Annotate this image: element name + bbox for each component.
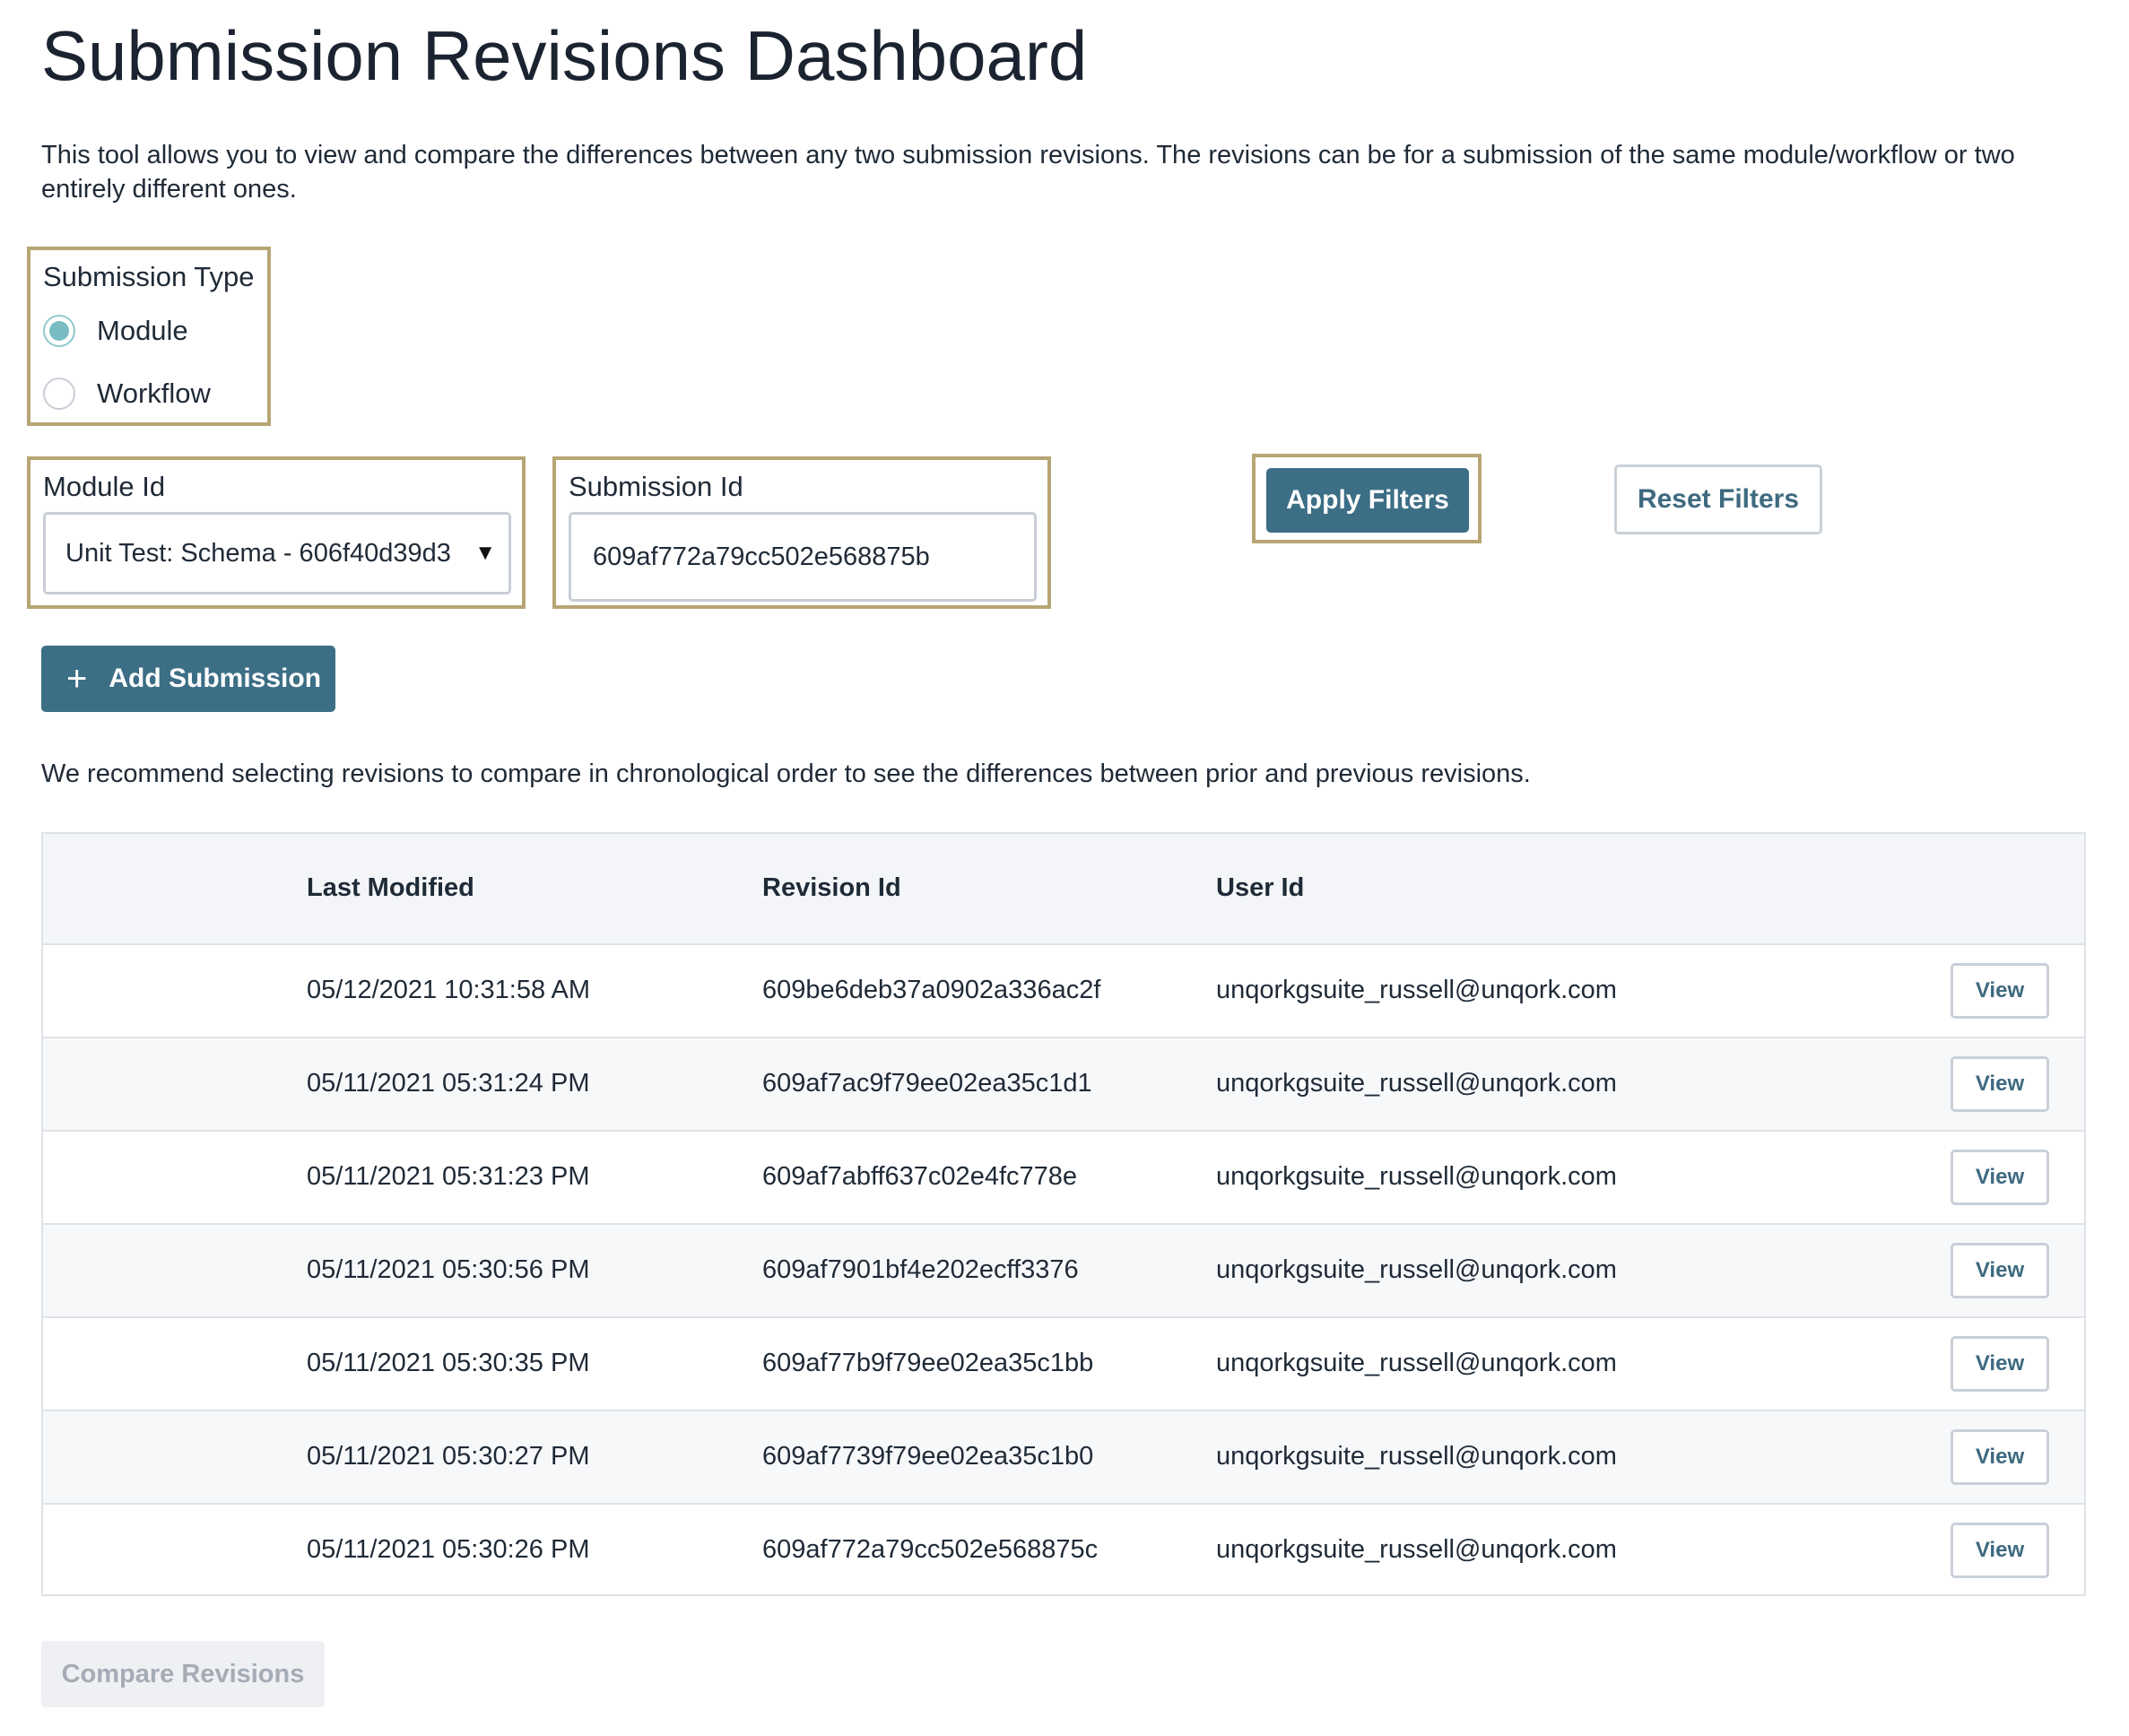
table-row[interactable]: 05/12/2021 10:31:58 AM 609be6deb37a0902a3… — [43, 943, 2084, 1037]
view-button[interactable]: View — [1951, 1056, 2049, 1112]
table-row[interactable]: 05/11/2021 05:30:35 PM 609af77b9f79ee02ea… — [43, 1316, 2084, 1410]
caret-down-icon: ▼ — [474, 541, 496, 565]
cell-last-modified: 05/11/2021 05:30:35 PM — [307, 1349, 590, 1377]
cell-revision-id: 609af7abff637c02e4fc778e — [762, 1162, 1078, 1191]
add-submission-label: Add Submission — [109, 664, 322, 693]
cell-last-modified: 05/11/2021 05:30:26 PM — [307, 1535, 590, 1564]
revisions-table: Last Modified Revision Id User Id 05/12/… — [41, 832, 2086, 1596]
cell-user-id: unqorkgsuite_russell@unqork.com — [1216, 1162, 1617, 1191]
cell-user-id: unqorkgsuite_russell@unqork.com — [1216, 976, 1617, 1004]
header-last-modified[interactable]: Last Modified — [307, 870, 474, 906]
cell-revision-id: 609af772a79cc502e568875c — [762, 1535, 1099, 1564]
cell-revision-id: 609be6deb37a0902a336ac2f — [762, 976, 1101, 1004]
radio-module[interactable]: Module — [43, 313, 188, 349]
intro-text: This tool allows you to view and compare… — [41, 141, 2015, 204]
view-button[interactable]: View — [1951, 1336, 2049, 1392]
cell-user-id: unqorkgsuite_russell@unqork.com — [1216, 1442, 1617, 1471]
compare-revisions-button[interactable]: Compare Revisions — [41, 1641, 325, 1707]
submission-id-input[interactable] — [569, 512, 1037, 602]
header-user-id[interactable]: User Id — [1216, 870, 1304, 906]
view-button[interactable]: View — [1951, 1429, 2049, 1485]
cell-revision-id: 609af7901bf4e202ecff3376 — [762, 1255, 1079, 1284]
header-revision-id[interactable]: Revision Id — [762, 870, 901, 906]
view-button[interactable]: View — [1951, 1150, 2049, 1205]
cell-last-modified: 05/11/2021 05:31:23 PM — [307, 1162, 590, 1191]
table-row[interactable]: 05/11/2021 05:31:24 PM 609af7ac9f79ee02ea… — [43, 1037, 2084, 1130]
cell-last-modified: 05/11/2021 05:30:27 PM — [307, 1442, 590, 1471]
module-id-label: Module Id — [43, 471, 166, 502]
table-row[interactable]: 05/11/2021 05:31:23 PM 609af7abff637c02e4… — [43, 1130, 2084, 1223]
reset-filters-button[interactable]: Reset Filters — [1614, 464, 1822, 534]
view-button[interactable]: View — [1951, 1243, 2049, 1298]
submission-id-group: Submission Id — [552, 456, 1051, 609]
cell-revision-id: 609af7739f79ee02ea35c1b0 — [762, 1442, 1094, 1471]
submission-id-label: Submission Id — [569, 471, 743, 502]
table-row[interactable]: 05/11/2021 05:30:27 PM 609af7739f79ee02ea… — [43, 1410, 2084, 1503]
table-row[interactable]: 05/11/2021 05:30:56 PM 609af7901bf4e202ec… — [43, 1223, 2084, 1316]
cell-revision-id: 609af77b9f79ee02ea35c1bb — [762, 1349, 1094, 1377]
add-submission-button[interactable]: + Add Submission — [41, 646, 335, 712]
radio-workflow-label: Workflow — [97, 378, 211, 409]
cell-last-modified: 05/11/2021 05:30:56 PM — [307, 1255, 590, 1284]
radio-workflow[interactable]: Workflow — [43, 376, 211, 412]
cell-user-id: unqorkgsuite_russell@unqork.com — [1216, 1349, 1617, 1377]
cell-last-modified: 05/12/2021 10:31:58 AM — [307, 976, 591, 1004]
plus-icon: + — [66, 659, 88, 699]
module-id-select[interactable]: Unit Test: Schema - 606f40d39d3 ▼ — [43, 512, 511, 595]
cell-user-id: unqorkgsuite_russell@unqork.com — [1216, 1069, 1617, 1098]
module-id-group: Module Id Unit Test: Schema - 606f40d39d… — [27, 456, 526, 609]
submission-type-group: Submission Type Module Workflow — [27, 247, 271, 426]
cell-user-id: unqorkgsuite_russell@unqork.com — [1216, 1255, 1617, 1284]
table-header: Last Modified Revision Id User Id — [43, 834, 2084, 943]
view-button[interactable]: View — [1951, 963, 2049, 1019]
cell-revision-id: 609af7ac9f79ee02ea35c1d1 — [762, 1069, 1092, 1098]
radio-module-label: Module — [97, 315, 188, 346]
radio-workflow-indicator[interactable] — [43, 378, 75, 410]
submission-type-legend: Submission Type — [43, 261, 255, 292]
apply-filters-button[interactable]: Apply Filters — [1266, 468, 1469, 533]
apply-filters-wrapper: Apply Filters — [1252, 454, 1482, 543]
page-title: Submission Revisions Dashboard — [41, 16, 1088, 95]
cell-last-modified: 05/11/2021 05:31:24 PM — [307, 1069, 590, 1098]
cell-user-id: unqorkgsuite_russell@unqork.com — [1216, 1535, 1617, 1564]
radio-module-indicator[interactable] — [43, 315, 75, 347]
view-button[interactable]: View — [1951, 1523, 2049, 1578]
module-id-selected-value: Unit Test: Schema - 606f40d39d3 — [65, 538, 451, 568]
table-row[interactable]: 05/11/2021 05:30:26 PM 609af772a79cc502e5… — [43, 1503, 2084, 1596]
recommendation-text: We recommend selecting revisions to comp… — [41, 760, 1531, 788]
